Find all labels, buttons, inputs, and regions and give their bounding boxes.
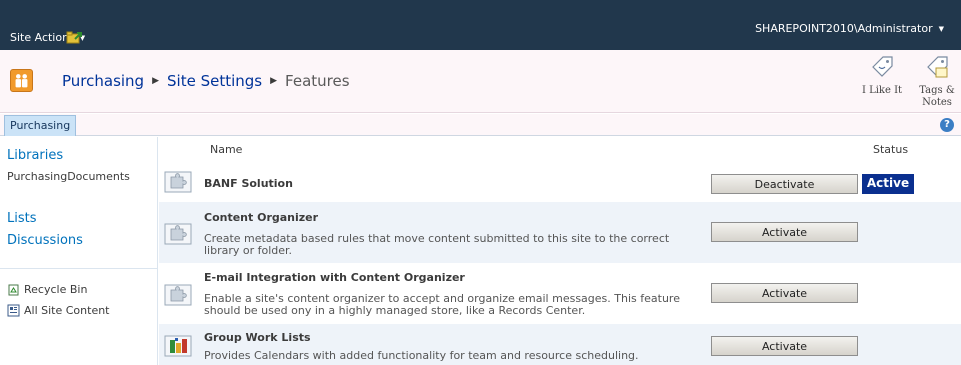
user-menu[interactable]: SHAREPOINT2010\Administrator ▼ [755,22,944,35]
tags-notes-icon [927,56,948,78]
feature-title: E-mail Integration with Content Organize… [204,271,465,284]
title-area: Purchasing ▶ Site Settings ▶ Features I … [0,50,961,113]
like-tag-icon [872,56,893,77]
top-link-bar: Purchasing ? [0,114,961,136]
feature-row: BANF Solution Deactivate Active [159,163,961,202]
column-header-status: Status [873,143,909,156]
tab-purchasing[interactable]: Purchasing [4,115,77,136]
user-name-label[interactable]: SHAREPOINT2010\Administrator [755,22,933,35]
puzzle-feature-icon [164,223,192,245]
feature-row: Group Work Lists Provides Calendars with… [159,324,961,365]
i-like-it-label: I Like It [861,85,903,96]
features-list: Name Status BANF Solution Deactivate Act… [159,137,961,365]
all-site-content-label[interactable]: All Site Content [24,304,110,317]
help-icon[interactable]: ? [940,118,954,132]
breadcrumb: Purchasing ▶ Site Settings ▶ Features [62,72,350,90]
nav-item-all-site-content[interactable]: All Site Content [7,304,110,317]
navigate-up-icon[interactable] [66,30,83,44]
nav-item-recycle-bin[interactable]: Recycle Bin [7,283,87,296]
quick-launch: Libraries PurchasingDocuments Lists Disc… [0,137,158,365]
nav-heading-libraries[interactable]: Libraries [7,148,63,163]
feature-description: Provides Calendars with added functional… [204,349,639,362]
activate-button[interactable]: Activate [711,283,858,303]
deactivate-button[interactable]: Deactivate [711,174,858,194]
nav-heading-discussions[interactable]: Discussions [7,233,83,248]
i-like-it-button[interactable]: I Like It [858,55,906,97]
recycle-bin-icon [8,284,19,296]
column-header-name: Name [210,143,243,156]
tags-label-line2: Notes [922,97,952,108]
all-site-content-icon [7,304,20,317]
ribbon-top-bar: Site Actions ▼ SHAREPOINT2010\Administra… [0,0,961,50]
feature-description: Create metadata based rules that move co… [204,232,670,257]
nav-heading-lists[interactable]: Lists [7,211,37,226]
breadcrumb-separator-icon: ▶ [152,76,160,86]
breadcrumb-purchasing-link[interactable]: Purchasing [62,72,144,90]
tags-label-line1: Tags & [919,85,955,96]
feature-title: BANF Solution [204,177,293,190]
chevron-down-icon: ▼ [938,24,944,33]
activate-button[interactable]: Activate [711,222,858,242]
feature-title: Content Organizer [204,211,319,224]
activate-button[interactable]: Activate [711,336,858,356]
recycle-bin-label[interactable]: Recycle Bin [24,283,87,296]
feature-row: E-mail Integration with Content Organize… [159,263,961,324]
breadcrumb-separator-icon: ▶ [270,76,278,86]
site-logo-icon[interactable] [10,69,33,92]
nav-divider [0,268,158,269]
status-badge: Active [862,174,914,194]
breadcrumb-site-settings-link[interactable]: Site Settings [167,72,262,90]
puzzle-feature-icon [164,171,192,193]
group-work-icon [164,335,192,357]
feature-description: Enable a site's content organizer to acc… [204,292,680,317]
feature-title: Group Work Lists [204,331,311,344]
page-title: Features [285,72,350,90]
puzzle-feature-icon [164,284,192,306]
tags-notes-button[interactable]: Tags & Notes [915,55,959,109]
nav-item-purchasing-documents[interactable]: PurchasingDocuments [7,170,130,183]
feature-row: Content Organizer Create metadata based … [159,202,961,263]
